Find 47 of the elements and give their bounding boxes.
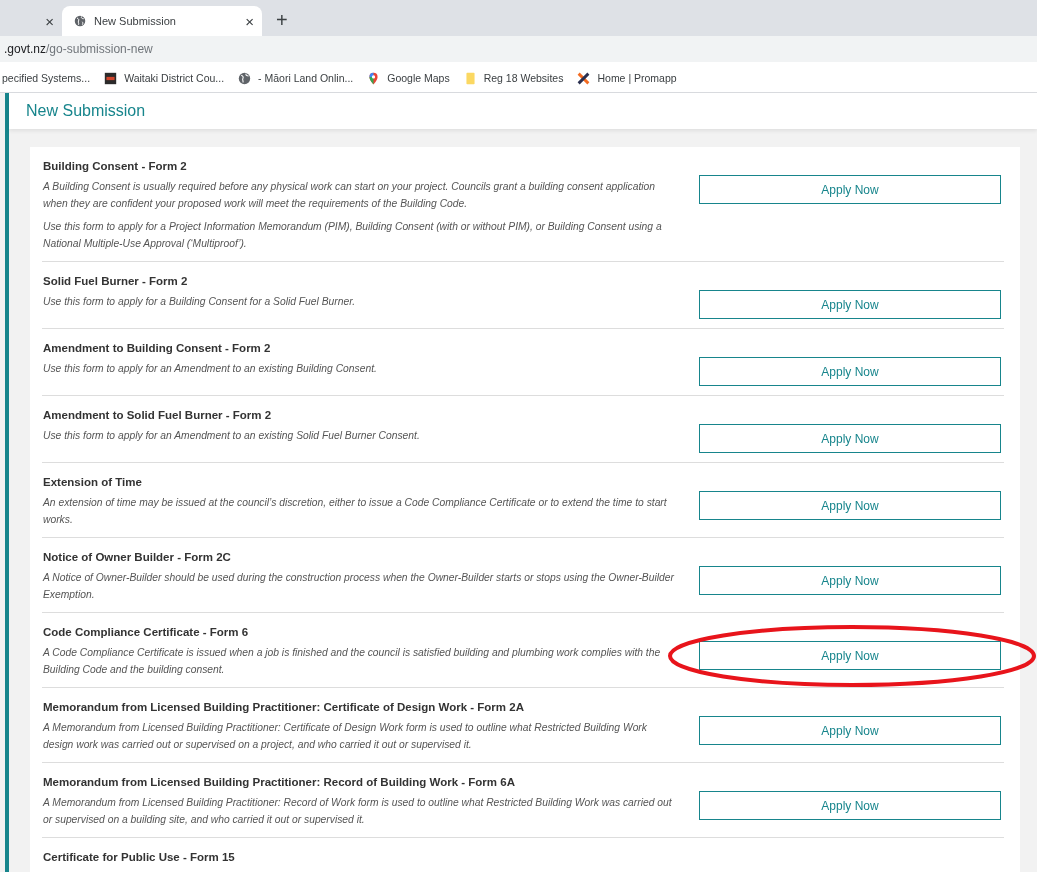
bookmark[interactable]: pecified Systems... (2, 72, 91, 84)
form-title: Certificate for Public Use - Form 15 (43, 850, 236, 865)
form-description: An extension of time may be issued at the council’s discretion, either to issue a Code Compliance Certificate or to extend the time to start works. (43, 496, 668, 527)
form-description: A Memorandum from Licensed Building Practitioner: Record of Work form is used to outline what Restricted Building Work was carried out or supervised on a building site, and who carried it out or supervised it. (43, 796, 673, 827)
apply-button[interactable]: Apply Now (699, 175, 1001, 204)
form-description: A Memorandum from Licensed Building Practitioner: Certificate of Design Work form is used to outline what Restricted Building Work design work was carried out or supervised on a project, and who carried it out or supervised it. (43, 721, 648, 752)
form-title: Solid Fuel Burner - Form 2 (43, 274, 189, 289)
apply-button[interactable]: Apply Now (699, 491, 1001, 520)
cross-icon (577, 71, 591, 85)
form-description: A Code Compliance Certificate is issued when a job is finished and the council is satisfied building and plumbing work complies with the Building Code and the building consent. (43, 646, 662, 677)
form-title: Amendment to Building Consent - Form 2 (43, 341, 272, 356)
form-title: Extension of Time (43, 475, 143, 490)
form-description: A Building Consent is usually required before any physical work can start on your project. Councils grant a building consent application when they are confident your proposed work will meet the requirements of the Building Code. (43, 180, 657, 211)
page-title: New Submission (26, 102, 146, 120)
form-description: Use this form to apply for an Amendment to an existing Building Consent. (43, 362, 378, 376)
form-title: Memorandum from Licensed Building Practitioner: Record of Building Work - Form 6A (43, 775, 516, 790)
bookmark[interactable]: Google Maps (387, 72, 450, 84)
form-description: A Notice of Owner-Builder should be used during the construction process when the Owner-Builder starts or stops using the Owner-Builder Exemption. (43, 571, 675, 602)
globe-icon (74, 15, 86, 27)
form-title: Memorandum from Licensed Building Practitioner: Certificate of Design Work - Form 2A (43, 700, 525, 715)
form-description: Use this form to apply for an Amendment to an existing Solid Fuel Burner Consent. (43, 429, 421, 443)
bookmark[interactable]: - Māori Land Onlin... (258, 72, 354, 84)
form-description: Use this form to apply for a Project Information Memorandum (PIM), Building Consent (with or without PIM), or Building Consent using a National Multiple-Use Approval (‘Multiproof’). (43, 220, 663, 251)
apply-button[interactable]: Apply Now (699, 357, 1001, 386)
apply-button[interactable]: Apply Now (699, 290, 1001, 319)
new-tab-button[interactable]: + (276, 6, 288, 36)
bookmark[interactable]: Waitaki District Cou... (124, 72, 225, 84)
apply-button[interactable]: Apply Now (699, 566, 1001, 595)
bookmark[interactable]: Reg 18 Websites (483, 72, 564, 84)
close-icon[interactable]: × (45, 12, 54, 30)
apply-button[interactable]: Apply Now (699, 716, 1001, 745)
tab-title: New Submission (94, 15, 177, 27)
form-title: Code Compliance Certificate - Form 6 (43, 625, 250, 640)
close-icon[interactable]: × (245, 12, 254, 30)
globe-icon (238, 71, 252, 85)
form-title: Amendment to Solid Fuel Burner - Form 2 (43, 408, 273, 423)
bookmark[interactable]: Home | Promapp (597, 72, 677, 84)
apply-button[interactable]: Apply Now (699, 791, 1001, 820)
apply-button[interactable]: Apply Now (699, 424, 1001, 453)
note-icon (463, 71, 477, 85)
browser-tab[interactable]: New Submission × (62, 6, 262, 36)
browser-tab[interactable]: × (0, 6, 62, 36)
form-title: Notice of Owner Builder - Form 2C (43, 550, 232, 565)
apply-button[interactable]: Apply Now (699, 641, 1001, 670)
form-title: Building Consent - Form 2 (43, 159, 188, 174)
badge-icon (104, 71, 118, 85)
form-description: Use this form to apply for a Building Consent for a Solid Fuel Burner. (43, 295, 357, 309)
